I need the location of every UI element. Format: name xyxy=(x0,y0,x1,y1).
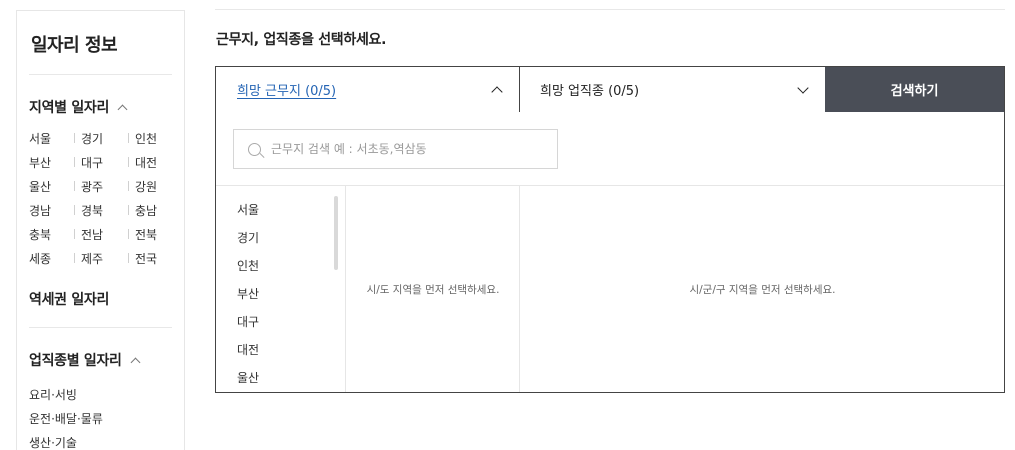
chevron-down-icon xyxy=(797,81,809,94)
region-link-gyeongnam[interactable]: 경남 xyxy=(29,202,51,219)
region-section-title: 지역별 일자리 xyxy=(29,100,110,116)
region-link-incheon[interactable]: 인천 xyxy=(135,130,157,147)
station-section-title: 역세권 일자리 xyxy=(29,292,110,308)
dong-column: 시/군/구 지역을 먼저 선택하세요. xyxy=(521,186,1004,392)
region-link-busan[interactable]: 부산 xyxy=(29,154,51,171)
chevron-up-icon xyxy=(117,104,128,114)
region-row: 부산 대구 대전 xyxy=(29,150,169,174)
tab-region[interactable]: 희망 근무지 (0/5) xyxy=(216,67,520,112)
station-section-link[interactable]: 역세권 일자리 xyxy=(29,289,109,309)
job-category-item[interactable]: 운전·배달·물류 xyxy=(29,407,103,431)
region-row: 서울 경기 인천 xyxy=(29,126,169,150)
sidebar: 일자리 정보 지역별 일자리 서울 경기 인천 부산 대구 대전 울산 광주 강… xyxy=(16,10,185,450)
divider xyxy=(29,74,172,75)
sigungu-column: 시/도 지역을 먼저 선택하세요. xyxy=(347,186,520,392)
region-link-chungnam[interactable]: 충남 xyxy=(135,202,157,219)
region-link-gyeongbuk[interactable]: 경북 xyxy=(81,202,103,219)
region-link-chungbuk[interactable]: 충북 xyxy=(29,226,51,243)
region-link-jeonnam[interactable]: 전남 xyxy=(81,226,103,243)
search-icon xyxy=(248,142,261,156)
job-section-toggle[interactable]: 업직종별 일자리 xyxy=(29,350,141,370)
job-section-title: 업직종별 일자리 xyxy=(29,353,122,369)
tab-region-label: 희망 근무지 (0/5) xyxy=(237,84,337,99)
region-search-field[interactable] xyxy=(233,129,558,169)
search-bar: 희망 근무지 (0/5) 희망 업직종 (0/5) 검색하기 xyxy=(215,66,1005,113)
sido-list: 서울 경기 인천 부산 대구 대전 울산 xyxy=(216,186,345,392)
sigungu-empty-message: 시/도 지역을 먼저 선택하세요. xyxy=(366,283,500,296)
region-link-ulsan[interactable]: 울산 xyxy=(29,178,51,195)
sido-item[interactable]: 대전 xyxy=(216,338,345,366)
sido-column: 서울 경기 인천 부산 대구 대전 울산 xyxy=(216,186,346,392)
sido-item[interactable]: 경기 xyxy=(216,226,345,254)
chevron-up-icon xyxy=(130,357,141,367)
region-link-jeonbuk[interactable]: 전북 xyxy=(135,226,157,243)
sido-item[interactable]: 울산 xyxy=(216,366,345,392)
job-category-list: 요리·서빙 운전·배달·물류 생산·기술 xyxy=(29,383,103,450)
region-link-gwangju[interactable]: 광주 xyxy=(81,178,103,195)
region-link-daegu[interactable]: 대구 xyxy=(81,154,103,171)
tab-job[interactable]: 희망 업직종 (0/5) xyxy=(520,67,825,112)
chevron-up-icon xyxy=(491,86,503,98)
region-search-input[interactable] xyxy=(271,142,541,156)
scrollbar[interactable] xyxy=(334,196,338,270)
sido-item[interactable]: 서울 xyxy=(216,198,345,226)
region-section-toggle[interactable]: 지역별 일자리 xyxy=(29,97,128,117)
region-link-gangwon[interactable]: 강원 xyxy=(135,178,157,195)
divider xyxy=(29,327,172,328)
job-category-item[interactable]: 생산·기술 xyxy=(29,431,103,450)
region-link-sejong[interactable]: 세종 xyxy=(29,250,51,267)
region-link-jeju[interactable]: 제주 xyxy=(81,250,103,267)
search-button[interactable]: 검색하기 xyxy=(825,67,1004,112)
region-link-nationwide[interactable]: 전국 xyxy=(135,250,157,267)
dong-empty-message: 시/군/구 지역을 먼저 선택하세요. xyxy=(689,283,836,296)
region-link-seoul[interactable]: 서울 xyxy=(29,130,51,147)
page-heading: 근무지, 업직종을 선택하세요. xyxy=(216,32,387,48)
region-links: 서울 경기 인천 부산 대구 대전 울산 광주 강원 경남 경북 충남 충북 전… xyxy=(29,126,169,270)
job-category-item[interactable]: 요리·서빙 xyxy=(29,383,103,407)
top-divider xyxy=(215,9,1005,10)
region-row: 경남 경북 충남 xyxy=(29,198,169,222)
region-row: 세종 제주 전국 xyxy=(29,246,169,270)
sidebar-title: 일자리 정보 xyxy=(31,35,118,56)
region-picker-panel: 서울 경기 인천 부산 대구 대전 울산 시/도 지역을 먼저 선택하세요. 시… xyxy=(215,112,1005,393)
sido-item[interactable]: 대구 xyxy=(216,310,345,338)
region-link-daejeon[interactable]: 대전 xyxy=(135,154,157,171)
tab-job-label: 희망 업직종 (0/5) xyxy=(540,84,640,99)
sido-item[interactable]: 부산 xyxy=(216,282,345,310)
region-row: 충북 전남 전북 xyxy=(29,222,169,246)
sido-item[interactable]: 인천 xyxy=(216,254,345,282)
region-link-gyeonggi[interactable]: 경기 xyxy=(81,130,103,147)
region-row: 울산 광주 강원 xyxy=(29,174,169,198)
